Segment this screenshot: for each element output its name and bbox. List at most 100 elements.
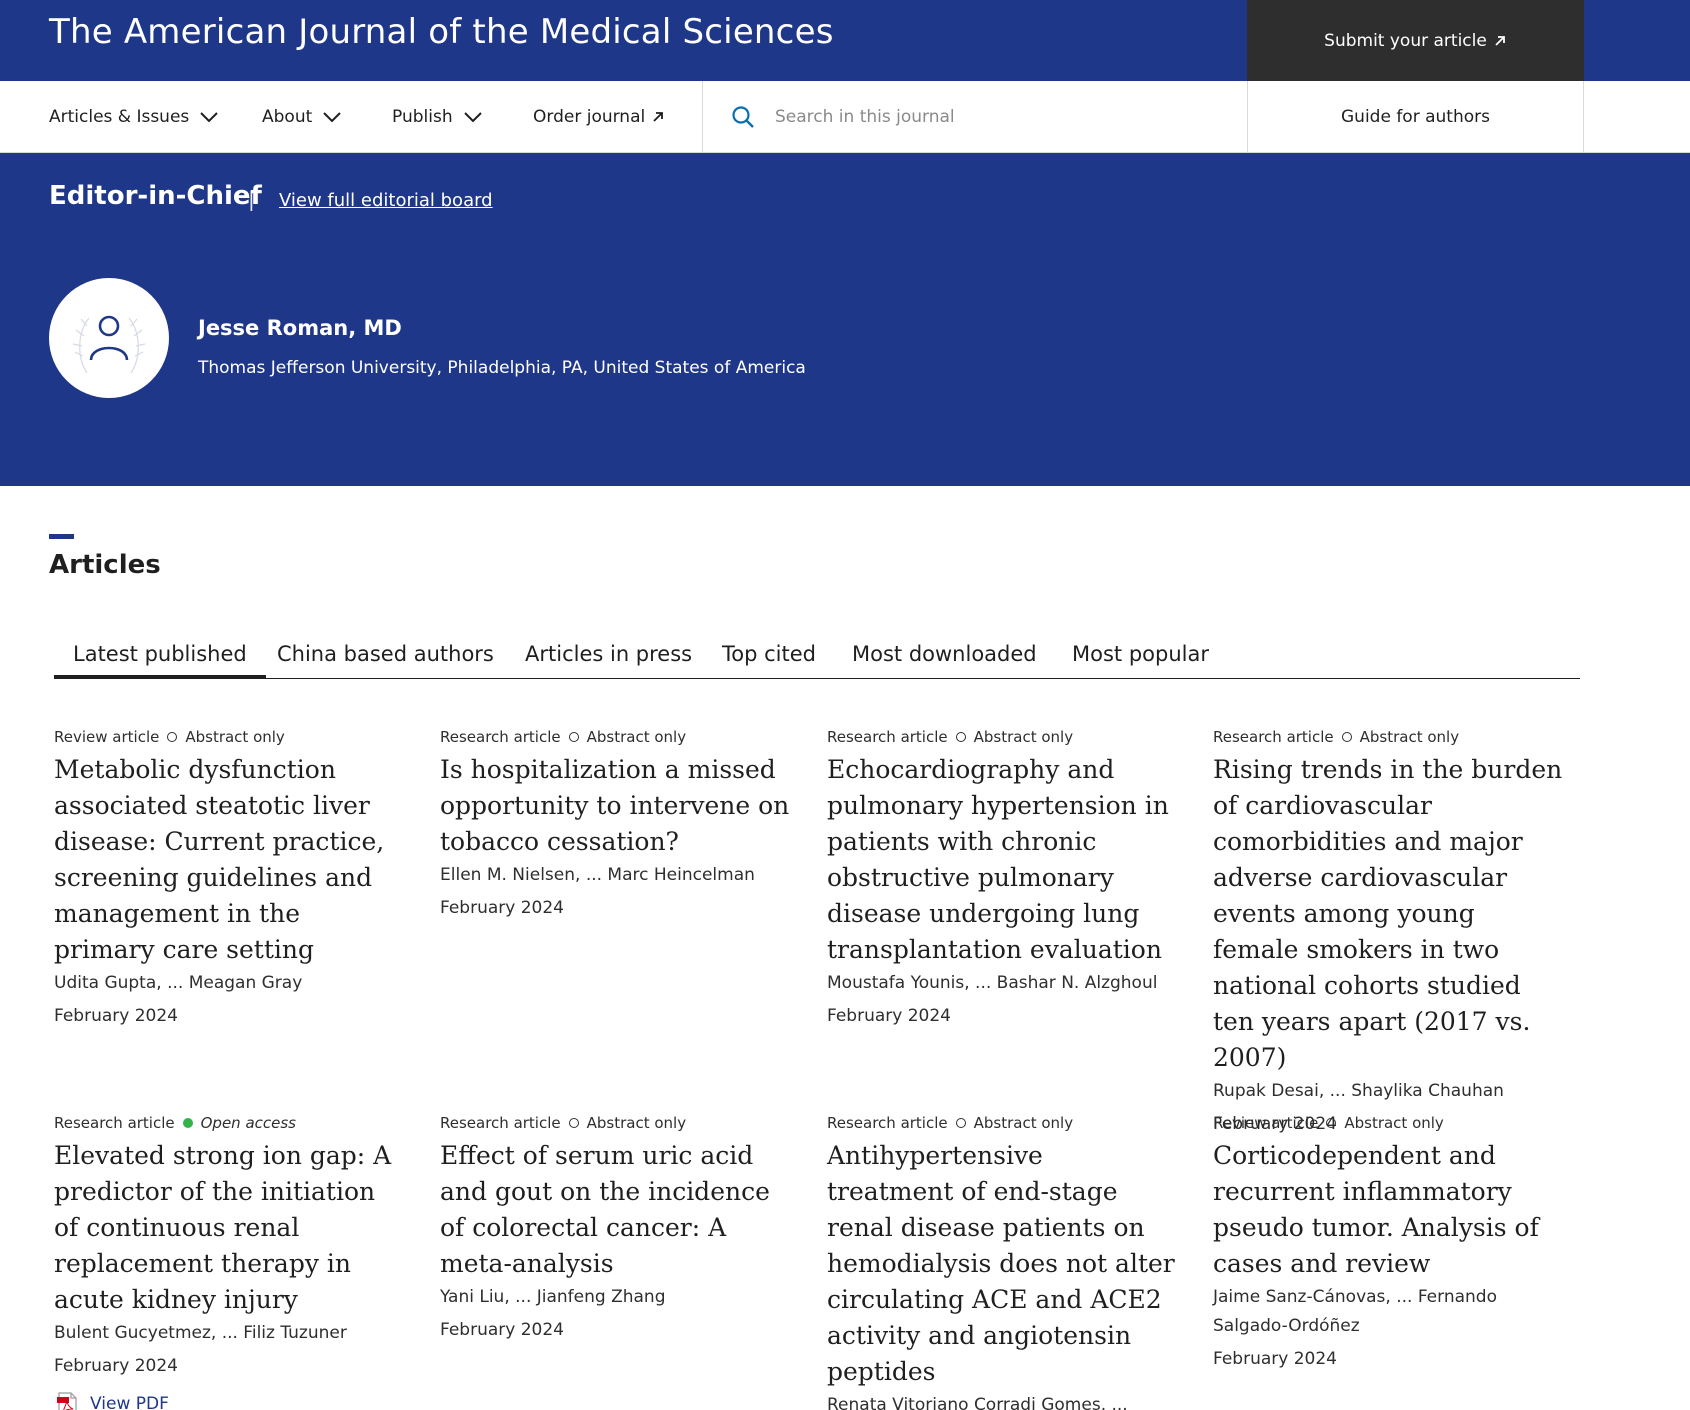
tab-top-cited[interactable]: Top cited	[722, 636, 816, 679]
editor-name: Jesse Roman, MD	[198, 316, 402, 340]
article-title[interactable]: Elevated strong ion gap: A predictor of …	[54, 1138, 404, 1318]
nav-about-label: About	[262, 107, 313, 127]
access-dot-icon	[1326, 1118, 1337, 1128]
article-card: Review article Abstract only Metabolic d…	[54, 728, 404, 1031]
article-authors: Bulent Gucyetmez, ... Filiz Tuzuner	[54, 1323, 347, 1343]
article-access: Abstract only	[185, 728, 285, 746]
article-date: February 2024	[440, 898, 564, 918]
tab-articles-in-press[interactable]: Articles in press	[525, 636, 692, 679]
editorial-board-link[interactable]: View full editorial board	[279, 190, 493, 211]
access-dot-icon	[955, 1118, 966, 1128]
external-link-icon	[1495, 35, 1505, 46]
article-title[interactable]: Corticodependent and recurrent inflammat…	[1213, 1138, 1563, 1282]
article-access: Abstract only	[973, 1114, 1074, 1132]
article-meta: Research article Abstract only	[827, 1114, 1177, 1132]
article-meta: Research article Abstract only	[1213, 728, 1563, 746]
tab-latest-published[interactable]: Latest published	[54, 636, 266, 679]
article-authors: Jaime Sanz-Cánovas, ... Fernando Salgado…	[1213, 1287, 1497, 1336]
article-card: Research article Abstract only Is hospit…	[440, 728, 790, 923]
editor-separator: |	[248, 187, 255, 211]
article-title[interactable]: Rising trends in the burden of cardiovas…	[1213, 752, 1563, 1076]
article-title[interactable]: Effect of serum uric acid and gout on th…	[440, 1138, 790, 1282]
article-tabs: Latest published China based authors Art…	[54, 636, 1580, 679]
article-type: Research article	[440, 728, 561, 746]
article-date: February 2024	[54, 1006, 178, 1026]
article-card: Research article Abstract only Antihyper…	[827, 1114, 1177, 1410]
article-card: Research article Abstract only Effect of…	[440, 1114, 790, 1345]
nav-articles-issues-label: Articles & Issues	[49, 107, 190, 127]
open-access-dot-icon	[182, 1118, 193, 1128]
nav-bar: Articles & Issues About Publish Order jo…	[0, 81, 1690, 153]
submit-article-label: Submit your article	[1324, 30, 1487, 51]
article-authors: Ellen M. Nielsen, ... Marc Heincelman	[440, 865, 755, 885]
nav-articles-issues[interactable]: Articles & Issues	[49, 81, 219, 153]
article-date: February 2024	[827, 1006, 951, 1026]
article-title[interactable]: Echocardiography and pulmonary hypertens…	[827, 752, 1177, 968]
external-link-icon	[653, 112, 664, 122]
article-authors: Yani Liu, ... Jianfeng Zhang	[440, 1287, 666, 1307]
article-card: Research article Abstract only Rising tr…	[1213, 728, 1563, 1139]
article-meta: Research article Abstract only	[440, 1114, 790, 1132]
article-date: February 2024	[440, 1320, 564, 1340]
article-type: Review article	[1213, 1114, 1319, 1132]
article-card: Review article Abstract only Corticodepe…	[1213, 1114, 1563, 1374]
nav-order-journal[interactable]: Order journal	[533, 81, 665, 153]
article-type: Research article	[1213, 728, 1334, 746]
search-box	[702, 81, 1247, 153]
article-authors: Rupak Desai, ... Shaylika Chauhan	[1213, 1081, 1504, 1101]
editor-affiliation: Thomas Jefferson University, Philadelphi…	[198, 358, 806, 378]
article-meta: Review article Abstract only	[1213, 1114, 1563, 1132]
article-access: Abstract only	[1344, 1114, 1444, 1132]
pdf-icon	[57, 1392, 77, 1410]
access-dot-icon	[568, 1118, 579, 1128]
editor-section: Editor-in-Chief | View full editorial bo…	[0, 153, 1690, 486]
editor-heading: Editor-in-Chief	[49, 181, 262, 211]
access-dot-icon	[955, 732, 966, 742]
article-type: Review article	[54, 728, 160, 746]
article-date: February 2024	[54, 1356, 178, 1376]
search-input[interactable]	[775, 107, 1215, 127]
search-icon[interactable]	[731, 105, 755, 129]
article-card: Research article Abstract only Echocardi…	[827, 728, 1177, 1031]
article-title[interactable]: Is hospitalization a missed opportunity …	[440, 752, 790, 860]
article-meta: Research article Abstract only	[440, 728, 790, 746]
avatar	[49, 278, 169, 398]
article-card: Research article Open access Elevated st…	[54, 1114, 404, 1410]
chevron-down-icon	[200, 112, 218, 123]
article-authors: Renata Vitoriano Corradi Gomes, ... Glau…	[827, 1395, 1128, 1410]
journal-title[interactable]: The American Journal of the Medical Scie…	[49, 12, 834, 52]
articles-heading: Articles	[49, 550, 161, 580]
article-authors: Udita Gupta, ... Meagan Gray	[54, 973, 303, 993]
top-bar: The American Journal of the Medical Scie…	[0, 0, 1690, 81]
articles-accent-bar	[49, 534, 74, 539]
article-type: Research article	[827, 728, 948, 746]
tab-most-downloaded[interactable]: Most downloaded	[852, 636, 1037, 679]
access-dot-icon	[167, 732, 178, 742]
article-meta: Research article Abstract only	[827, 728, 1177, 746]
tab-most-popular[interactable]: Most popular	[1072, 636, 1209, 679]
article-type: Research article	[440, 1114, 561, 1132]
view-pdf-link[interactable]: View PDF	[54, 1391, 404, 1410]
article-authors: Moustafa Younis, ... Bashar N. Alzghoul	[827, 973, 1158, 993]
chevron-down-icon	[323, 112, 341, 123]
nav-about[interactable]: About	[262, 81, 342, 153]
article-type: Research article	[54, 1114, 175, 1132]
submit-article-button[interactable]: Submit your article	[1247, 0, 1584, 81]
nav-order-journal-label: Order journal	[533, 107, 646, 127]
chevron-down-icon	[463, 112, 482, 123]
article-title[interactable]: Metabolic dysfunction associated steatot…	[54, 752, 404, 968]
nav-publish-label: Publish	[392, 107, 453, 127]
article-date: February 2024	[1213, 1349, 1337, 1369]
tab-china-based-authors[interactable]: China based authors	[277, 636, 494, 679]
article-type: Research article	[827, 1114, 948, 1132]
article-title[interactable]: Antihypertensive treatment of end-stage …	[827, 1138, 1177, 1390]
article-access: Abstract only	[973, 728, 1074, 746]
article-access: Open access	[200, 1114, 297, 1132]
access-dot-icon	[568, 732, 579, 742]
article-meta: Review article Abstract only	[54, 728, 404, 746]
nav-publish[interactable]: Publish	[392, 81, 483, 153]
guide-for-authors-link[interactable]: Guide for authors	[1247, 81, 1584, 153]
view-pdf-label: View PDF	[90, 1394, 169, 1410]
article-access: Abstract only	[586, 1114, 687, 1132]
article-access: Abstract only	[586, 728, 687, 746]
